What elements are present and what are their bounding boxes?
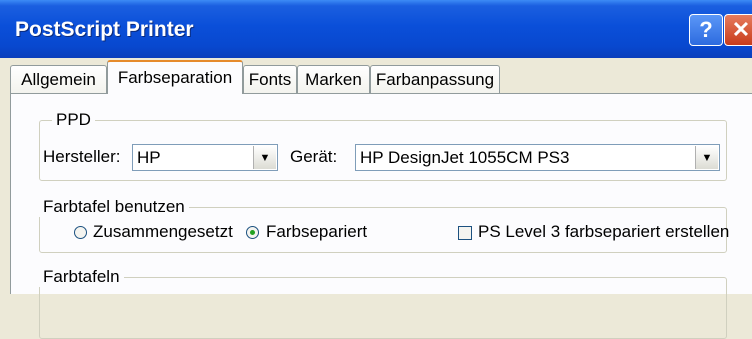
window-title: PostScript Printer [15,18,194,41]
tab-farbanpassung[interactable]: Farbanpassung [370,65,500,93]
help-button[interactable]: ? [689,14,723,46]
manufacturer-label: Hersteller: [43,147,121,166]
device-label: Gerät: [290,147,338,166]
tab-allgemein[interactable]: Allgemein [10,65,107,93]
farbtafeln-group [39,277,727,339]
tab-label: Marken [305,69,362,89]
tab-panel: PPD Hersteller: HP ▼ Gerät: HP DesignJet… [10,93,752,339]
tab-label: Fonts [248,69,292,89]
tab-strip: Allgemein Farbseparation Fonts Marken Fa… [10,60,752,94]
help-icon: ? [699,17,713,42]
ps-level3-checkbox[interactable] [458,226,472,240]
separated-label[interactable]: Farbsepariert [266,222,367,242]
title-bar[interactable]: PostScript Printer ? ✕ [0,0,752,58]
tab-fonts[interactable]: Fonts [243,65,297,93]
chevron-down-icon[interactable]: ▼ [695,146,718,169]
device-select[interactable]: HP DesignJet 1055CM PS3 ▼ [355,144,720,171]
ppd-group-label: PPD [52,110,95,130]
tab-label: Allgemein [21,69,96,89]
close-icon: ✕ [731,17,751,42]
farbtafeln-group-label: Farbtafeln [39,267,124,287]
farbtafel-group-label: Farbtafel benutzen [39,197,189,217]
composite-label[interactable]: Zusammengesetzt [93,222,233,242]
close-button[interactable]: ✕ [724,14,752,46]
ps-level3-label[interactable]: PS Level 3 farbsepariert erstellen [478,222,729,242]
tab-farbseparation[interactable]: Farbseparation [107,60,243,94]
tab-label: Farbanpassung [375,69,495,89]
composite-radio[interactable] [74,226,87,239]
tab-marken[interactable]: Marken [297,65,370,93]
manufacturer-select[interactable]: HP ▼ [132,144,278,171]
separated-radio[interactable] [246,226,259,239]
chevron-down-icon[interactable]: ▼ [253,146,276,169]
radio-selected-dot [250,230,255,235]
device-value: HP DesignJet 1055CM PS3 [360,148,570,167]
tab-label: Farbseparation [117,68,233,87]
manufacturer-value: HP [137,148,161,167]
